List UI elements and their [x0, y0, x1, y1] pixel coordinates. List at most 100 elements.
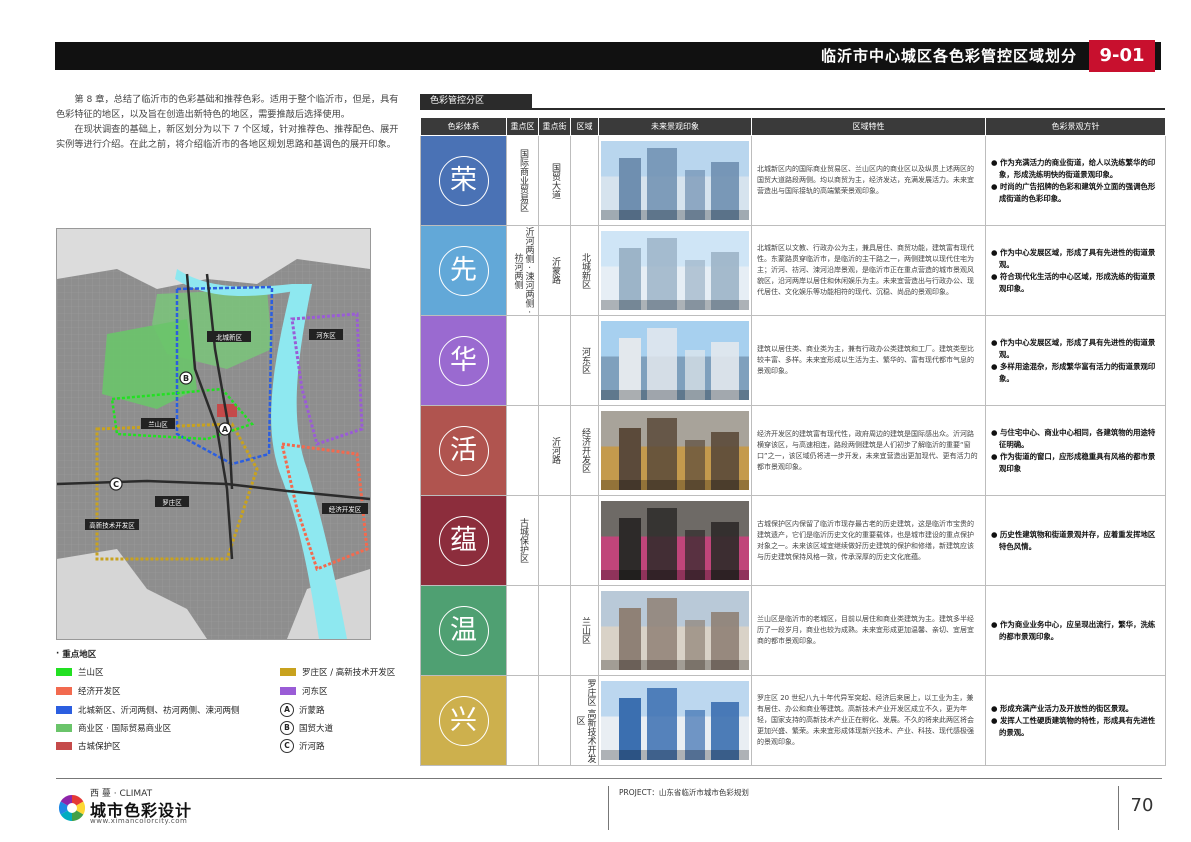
map-label-hedong: 河东区	[316, 331, 336, 340]
region-description-cell: 北城新区内的国际商业贸易区、兰山区内的商业区以及纵贯上述两区的国贸大道路段两侧。…	[751, 135, 986, 226]
map-marker-b: B	[183, 374, 189, 383]
col-header: 区域	[570, 117, 599, 136]
region-cell: 经济开发区	[570, 405, 599, 496]
legend-road: B 国贸大道	[280, 721, 333, 735]
strategy-item: ● 发挥人工性硬质建筑物的特性，形成具有先进性的景观。	[991, 715, 1156, 737]
key-area-cell	[506, 585, 539, 676]
color-strategy-cell: ● 作为中心发展区域，形成了具有先进性的街道景观。 ● 符合现代化生活的中心区域，…	[985, 225, 1166, 316]
map-legend: · 重点地区 兰山区 罗庄区 / 高新技术开发区 经济开发区 河东区 北城新区、…	[56, 648, 416, 760]
color-system-char: 荣	[438, 155, 489, 206]
key-street-cell: 沂河路	[538, 405, 571, 496]
color-system-cell: 兴	[420, 675, 507, 766]
col-header: 区域特性	[751, 117, 986, 136]
color-zone-table: 色彩体系 重点区 重点街 区域 未来景观印象 区域特性 色彩景观方针 荣 国际商…	[420, 117, 1166, 766]
color-system-char: 活	[438, 425, 489, 476]
region-cell: 罗庄区 高新技术开发区	[570, 675, 599, 766]
key-area-cell: 国际商业贸易区	[506, 135, 539, 226]
district-map-graphic: B A C 北城新区 河东区 兰山区 罗庄区 高新技术开发区 经济开发区	[57, 229, 370, 639]
region-cell: 兰山区	[570, 585, 599, 676]
col-header: 色彩景观方针	[985, 117, 1166, 136]
col-header: 重点区	[506, 117, 539, 136]
region-description-cell: 罗庄区 20 世纪八九十年代异军突起、经济后来居上，以工业为主，兼有居住、办公和…	[751, 675, 986, 766]
color-system-char: 温	[438, 605, 489, 656]
landscape-photo	[601, 501, 749, 580]
table-row: 荣 国际商业贸易区 国贸大道 北城新区内的国际商业贸易区、兰山区内的商业区以及纵…	[420, 135, 1166, 226]
strategy-item: ● 符合现代化生活的中心区域，形成洗练的街道景观印象。	[991, 271, 1156, 293]
logo-url: www.ximancolorcity.com	[90, 817, 188, 825]
landscape-image-cell	[598, 315, 752, 406]
strategy-item: ● 与住宅中心、商业中心相同，各建筑物的用途特征明确。	[991, 427, 1156, 449]
table-header-row: 色彩体系 重点区 重点街 区域 未来景观印象 区域特性 色彩景观方针	[420, 117, 1166, 136]
map-label-hightech: 高新技术开发区	[89, 521, 135, 530]
key-street-cell	[538, 675, 571, 766]
key-street-cell: 沂蒙路	[538, 225, 571, 316]
color-strategy-cell: ● 作为中心发展区域，形成了具有先进性的街道景观。 ● 多样用途混杂，形成繁华富有…	[985, 315, 1166, 406]
intro-paragraph: 第 8 章，总结了临沂市的色彩基础和推荐色彩。适用于整个临沂市，但是，具有色彩特…	[56, 94, 399, 120]
strategy-item: ● 作为中心发展区域，形成了具有先进性的街道景观。	[991, 337, 1156, 359]
strategy-item: ● 作为中心发展区域，形成了具有先进性的街道景观。	[991, 247, 1156, 269]
key-area-cell	[506, 405, 539, 496]
color-system-char: 蕴	[438, 515, 489, 566]
landscape-image-cell	[598, 405, 752, 496]
legend-item: 罗庄区 / 高新技术开发区	[280, 666, 395, 678]
strategy-item: ● 作为街道的窗口，应形成稳重具有风格的都市景观印象	[991, 451, 1156, 473]
color-strategy-cell: ● 作为充满活力的商业街道，给人以洗练繁华的印象，形成洗练明快的街道景观印象。 ●…	[985, 135, 1166, 226]
key-area-cell: 古城保护区	[506, 495, 539, 586]
color-system-cell: 蕴	[420, 495, 507, 586]
strategy-item: ● 历史性建筑物和街道景观并存，应着重发挥地区特色风情。	[991, 529, 1156, 551]
legend-item: 经济开发区	[56, 685, 121, 697]
color-system-cell: 先	[420, 225, 507, 316]
landscape-photo	[601, 231, 749, 310]
region-description-cell: 建筑以居住类、商业类为主，兼有行政办公类建筑和工厂。建筑类型比较丰富、多样。未来…	[751, 315, 986, 406]
project-label: PROJECT：山东省临沂市城市色彩规划	[608, 786, 749, 830]
landscape-photo	[601, 321, 749, 400]
table-row: 蕴 古城保护区 古城保护区内保留了临沂市现存最古老的历史建筑，这是临沂市宝贵的建…	[420, 495, 1166, 586]
legend-item: 北城新区、沂河两侧、祊河两侧、涑河两侧	[56, 704, 240, 716]
key-street-cell	[538, 495, 571, 586]
legend-title: · 重点地区	[56, 649, 97, 660]
col-header: 未来景观印象	[598, 117, 752, 136]
table-tab-divider	[420, 108, 1165, 110]
color-system-char: 华	[438, 335, 489, 386]
landscape-image-cell	[598, 225, 752, 316]
region-description-cell: 经济开发区的建筑富有现代性，政府周边的建筑是国际感出众。沂河路横穿该区，与高速相…	[751, 405, 986, 496]
color-strategy-cell: ● 与住宅中心、商业中心相同，各建筑物的用途特征明确。 ● 作为街道的窗口，应形成…	[985, 405, 1166, 496]
map-marker-c: C	[113, 480, 119, 489]
color-system-cell: 温	[420, 585, 507, 676]
key-area-cell	[506, 315, 539, 406]
color-system-cell: 活	[420, 405, 507, 496]
map-label-lanshan: 兰山区	[148, 420, 168, 429]
key-area-cell	[506, 675, 539, 766]
color-strategy-cell: ● 历史性建筑物和街道景观并存，应着重发挥地区特色风情。	[985, 495, 1166, 586]
region-cell	[570, 135, 599, 226]
strategy-item: ● 作为商业业务中心，应呈现出流行，繁华，洗练的都市景观印象。	[991, 619, 1156, 641]
col-header: 色彩体系	[420, 117, 507, 136]
color-system-cell: 华	[420, 315, 507, 406]
legend-road: C 沂河路	[280, 739, 325, 753]
strategy-item: ● 形成充满产业活力及开放性的街区景观。	[991, 703, 1134, 713]
region-description-cell: 古城保护区内保留了临沂市现存最古老的历史建筑，这是临沂市宝贵的建筑遗产，它们是临…	[751, 495, 986, 586]
color-strategy-cell: ● 形成充满产业活力及开放性的街区景观。 ● 发挥人工性硬质建筑物的特性，形成具有…	[985, 675, 1166, 766]
legend-item: 古城保护区	[56, 740, 121, 752]
key-street-cell: 国贸大道	[538, 135, 571, 226]
key-area-cell: 沂河两侧 · 涑河两侧 · 祊河两侧	[506, 225, 539, 316]
intro-paragraph: 在现状调查的基础上，新区划分为以下 7 个区域，针对推荐色、推荐配色、展开实例等…	[56, 124, 399, 150]
table-row: 温 兰山区 兰山区是临沂市的老城区，目前以居住和商业类建筑为主。建筑多半经历了一…	[420, 585, 1166, 676]
landscape-photo	[601, 591, 749, 670]
map-label-luozhuang: 罗庄区	[162, 498, 182, 507]
table-row: 华 河东区 建筑以居住类、商业类为主，兼有行政办公类建筑和工厂。建筑类型比较丰富…	[420, 315, 1166, 406]
key-street-cell	[538, 585, 571, 676]
strategy-item: ● 作为充满活力的商业街道，给人以洗练繁华的印象，形成洗练明快的街道景观印象。	[991, 157, 1156, 179]
legend-road: A 沂蒙路	[280, 703, 325, 717]
col-header: 重点街	[538, 117, 571, 136]
table-row: 兴 罗庄区 高新技术开发区 罗庄区 20 世纪八九十年代异军突起、经济后来居上，…	[420, 675, 1166, 766]
color-system-cell: 荣	[420, 135, 507, 226]
map-label-beicheng: 北城新区	[216, 333, 243, 342]
table-tab-title: 色彩管控分区	[420, 94, 532, 108]
page-number: 70	[1118, 786, 1165, 830]
intro-text: 第 8 章，总结了临沂市的色彩基础和推荐色彩。适用于整个临沂市，但是，具有色彩特…	[56, 92, 401, 152]
district-map: B A C 北城新区 河东区 兰山区 罗庄区 高新技术开发区 经济开发区	[56, 228, 371, 640]
map-marker-a: A	[222, 425, 229, 434]
landscape-image-cell	[598, 675, 752, 766]
landscape-image-cell	[598, 585, 752, 676]
